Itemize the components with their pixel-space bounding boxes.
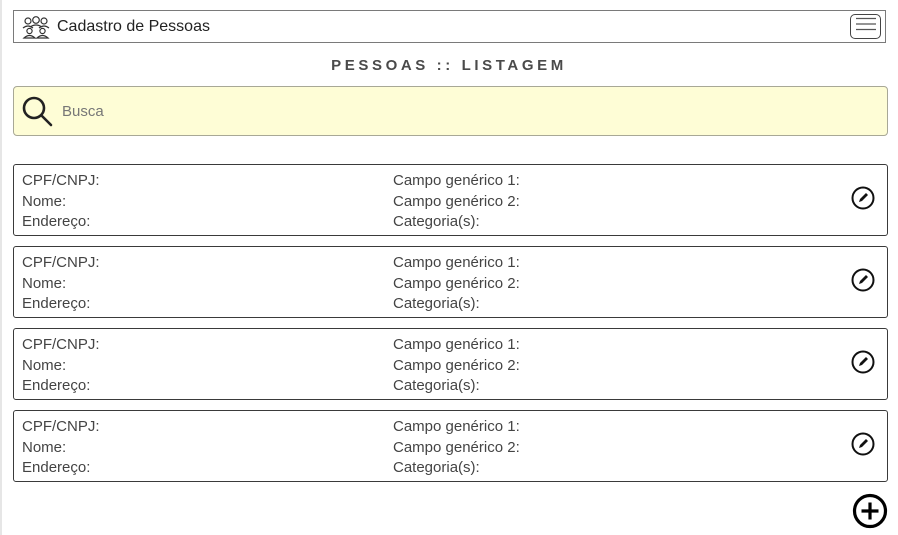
nome-label: Nome: (22, 356, 67, 374)
record-card: CPF/CNPJ: Nome: Endereço: Campo genérico… (13, 164, 888, 236)
categorias-label: Categoria(s): (393, 213, 480, 230)
record-right-column: Campo genérico 1: Campo genérico 2: Cate… (393, 417, 520, 479)
add-record-button[interactable] (852, 493, 888, 534)
pencil-circle-icon (851, 432, 875, 461)
record-right-column: Campo genérico 1: Campo genérico 2: Cate… (393, 171, 520, 233)
campo-generico-1-label: Campo genérico 1: (393, 172, 520, 189)
hamburger-menu-button[interactable] (850, 14, 881, 39)
campo-generico-2-label: Campo genérico 2: (393, 274, 520, 292)
page-title: PESSOAS :: LISTAGEM (331, 57, 567, 74)
nome-label: Nome: (22, 438, 67, 456)
cpf-cnpj-label: CPF/CNPJ: (22, 172, 100, 189)
cpf-cnpj-label: CPF/CNPJ: (22, 254, 100, 271)
search-bar (13, 86, 888, 136)
record-left-column: CPF/CNPJ: Nome: Endereço: (22, 417, 100, 479)
campo-generico-1-label: Campo genérico 1: (393, 336, 520, 353)
cpf-cnpj-label: CPF/CNPJ: (22, 336, 100, 353)
edit-record-button[interactable] (851, 432, 875, 461)
plus-circle-icon (852, 493, 888, 534)
page: Cadastro de Pessoas PESSOAS :: LISTAGEM … (0, 0, 898, 535)
cpf-cnpj-label: CPF/CNPJ: (22, 418, 100, 435)
campo-generico-2-label: Campo genérico 2: (393, 192, 520, 210)
search-icon[interactable] (20, 94, 54, 128)
edit-record-button[interactable] (851, 186, 875, 215)
endereco-label: Endereço: (22, 213, 91, 230)
endereco-label: Endereço: (22, 459, 91, 476)
edit-record-button[interactable] (851, 350, 875, 379)
nome-label: Nome: (22, 274, 67, 292)
record-left-column: CPF/CNPJ: Nome: Endereço: (22, 171, 100, 233)
record-right-column: Campo genérico 1: Campo genérico 2: Cate… (393, 253, 520, 315)
endereco-label: Endereço: (22, 295, 91, 312)
record-right-column: Campo genérico 1: Campo genérico 2: Cate… (393, 335, 520, 397)
record-card: CPF/CNPJ: Nome: Endereço: Campo genérico… (13, 246, 888, 318)
campo-generico-1-label: Campo genérico 1: (393, 254, 520, 271)
hamburger-menu-icon (855, 17, 877, 36)
endereco-label: Endereço: (22, 377, 91, 394)
categorias-label: Categoria(s): (393, 295, 480, 312)
campo-generico-2-label: Campo genérico 2: (393, 438, 520, 456)
nome-label: Nome: (22, 192, 67, 210)
record-card: CPF/CNPJ: Nome: Endereço: Campo genérico… (13, 410, 888, 482)
record-left-column: CPF/CNPJ: Nome: Endereço: (22, 253, 100, 315)
app-header: Cadastro de Pessoas (13, 10, 886, 43)
record-card: CPF/CNPJ: Nome: Endereço: Campo genérico… (13, 328, 888, 400)
edit-record-button[interactable] (851, 268, 875, 297)
left-edge-divider (0, 0, 2, 535)
campo-generico-2-label: Campo genérico 2: (393, 356, 520, 374)
people-group-icon (20, 15, 52, 39)
app-title: Cadastro de Pessoas (57, 17, 210, 35)
pencil-circle-icon (851, 186, 875, 215)
categorias-label: Categoria(s): (393, 377, 480, 394)
campo-generico-1-label: Campo genérico 1: (393, 418, 520, 435)
pencil-circle-icon (851, 268, 875, 297)
pencil-circle-icon (851, 350, 875, 379)
record-left-column: CPF/CNPJ: Nome: Endereço: (22, 335, 100, 397)
categorias-label: Categoria(s): (393, 459, 480, 476)
search-input[interactable] (60, 101, 844, 121)
